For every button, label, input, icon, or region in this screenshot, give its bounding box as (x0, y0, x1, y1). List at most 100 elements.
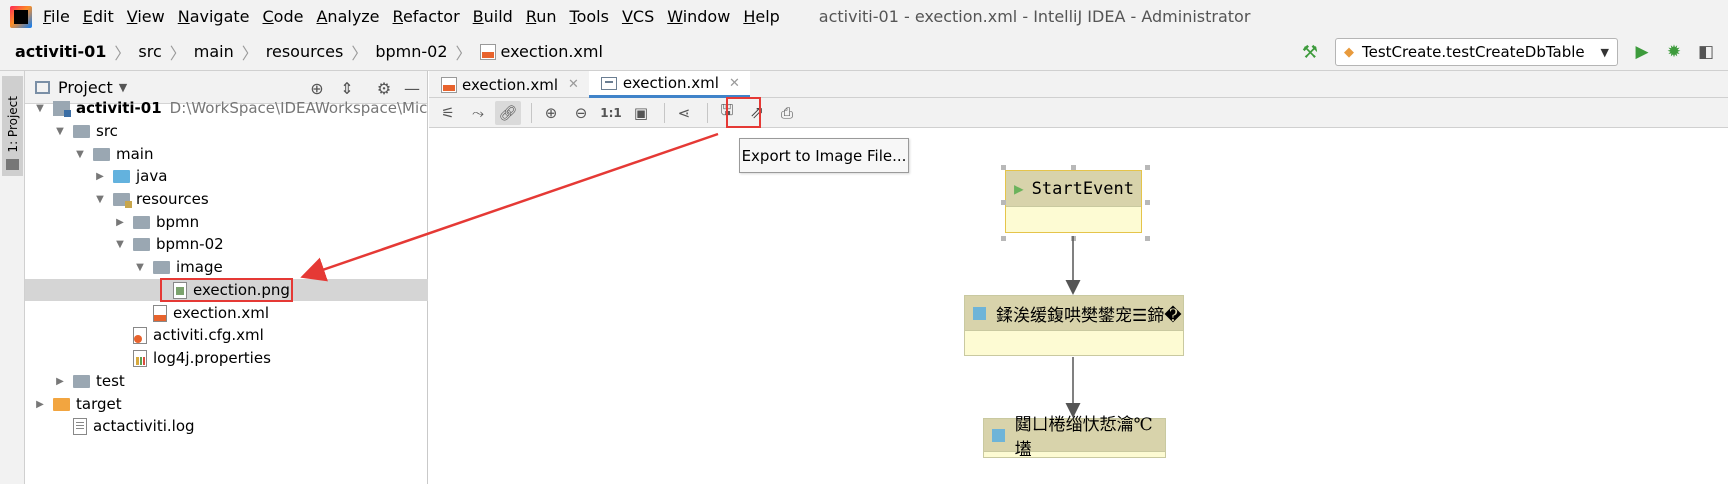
user-task-node[interactable]: 鍒涘缓鍑哄樊鐢宠☰鍗� (964, 295, 1184, 356)
tree-item-exection-xml[interactable]: exection.xml (133, 302, 269, 324)
tree-item-java[interactable]: ▶ java (93, 165, 167, 187)
menu-build[interactable]: Build (473, 7, 513, 26)
selection-handle[interactable] (1145, 165, 1150, 170)
actual-size-icon[interactable]: 1:1 (598, 101, 624, 125)
breadcrumb-item[interactable]: activiti-01 (15, 42, 106, 61)
tree-item-resources[interactable]: ▼ resources (93, 188, 209, 210)
menu-view[interactable]: View (127, 7, 165, 26)
chevron-down-icon[interactable]: ▼ (133, 262, 147, 273)
run-configuration-select[interactable]: ◆ TestCreate.testCreateDbTable ▼ (1335, 38, 1618, 66)
start-event-node[interactable]: ▶ StartEvent (1005, 170, 1142, 233)
module-icon (53, 100, 71, 117)
folder-icon (73, 124, 90, 138)
breadcrumb-item[interactable]: bpmn-02 (375, 42, 447, 61)
chevron-right-icon[interactable]: ▶ (53, 376, 67, 387)
chevron-right-icon[interactable]: ▶ (33, 399, 47, 410)
left-tool-strip: 1: Project (0, 71, 25, 484)
intellij-logo-icon (10, 5, 32, 28)
chevron-right-icon: 〉 (351, 43, 368, 63)
chevron-down-icon[interactable]: ▼ (33, 103, 47, 114)
tree-item-actactiviti-log[interactable]: actactiviti.log (53, 415, 195, 437)
breadcrumb-item[interactable]: resources (266, 42, 344, 61)
menu-help[interactable]: Help (743, 7, 779, 26)
tree-item-label: java (136, 167, 168, 185)
selection-handle[interactable] (1071, 236, 1076, 241)
selection-handle[interactable] (1145, 200, 1150, 205)
menu-window[interactable]: Window (667, 7, 730, 26)
menu-code[interactable]: Code (263, 7, 304, 26)
selection-handle[interactable] (1145, 236, 1150, 241)
tree-item-log4j-properties[interactable]: log4j.properties (113, 347, 271, 369)
menu-navigate[interactable]: Navigate (178, 7, 250, 26)
chevron-down-icon[interactable]: ▼ (53, 126, 67, 137)
tree-item-image[interactable]: ▼ image (133, 256, 223, 278)
tree-item-src[interactable]: ▼ src (53, 120, 118, 142)
folder-icon (153, 260, 170, 274)
zoom-in-icon[interactable]: ⊕ (538, 101, 564, 125)
debug-icon[interactable]: ✹ (1664, 42, 1684, 62)
tree-item-label: actactiviti.log (93, 417, 195, 435)
tree-item-main[interactable]: ▼ main (73, 143, 153, 165)
tab-exection-xml[interactable]: exection.xml ✕ (429, 71, 589, 98)
print-icon[interactable]: ⎙ (774, 101, 800, 125)
folder-icon (133, 237, 150, 251)
menu-refactor[interactable]: Refactor (393, 7, 460, 26)
task-icon (992, 428, 1005, 442)
menu-analyze[interactable]: Analyze (316, 7, 379, 26)
menu-edit[interactable]: Edit (83, 7, 114, 26)
link-icon[interactable]: 🔗︎ (495, 100, 521, 125)
tree-item-bpmn[interactable]: ▶ bpmn (113, 211, 199, 233)
user-task-header: 鍒涘缓鍑哄樊鐢宠☰鍗� (965, 296, 1183, 331)
chevron-down-icon[interactable]: ▼ (73, 149, 87, 160)
chevron-right-icon: 〉 (241, 43, 258, 63)
tree-item-test[interactable]: ▶ test (53, 370, 125, 392)
breadcrumb: activiti-01 〉 src 〉 main 〉 resources 〉 b… (0, 33, 1728, 71)
menu-run[interactable]: Run (526, 7, 557, 26)
chevron-down-icon[interactable]: ▼ (113, 239, 127, 250)
export-highlight-box (726, 97, 761, 128)
tab-label: exection.xml (622, 74, 719, 92)
selection-handle[interactable] (1001, 165, 1006, 170)
tree-item-activiti-cfg-xml[interactable]: activiti.cfg.xml (113, 324, 264, 346)
folder-icon (133, 215, 150, 229)
breadcrumb-item[interactable]: src (138, 42, 161, 61)
properties-icon[interactable]: ⚟ (435, 101, 461, 125)
selection-handle[interactable] (1071, 165, 1076, 170)
selection-handle[interactable] (1001, 200, 1006, 205)
layout-icon[interactable]: ⋖ (671, 101, 697, 125)
close-icon[interactable]: ✕ (568, 77, 579, 92)
project-tool-window-tab[interactable]: 1: Project (2, 76, 23, 176)
hammer-icon[interactable]: ⚒ (1299, 42, 1321, 63)
chevron-down-icon[interactable]: ▼ (93, 194, 107, 205)
tree-item-label: activiti.cfg.xml (153, 326, 264, 344)
edge-icon[interactable]: ⤳ (465, 101, 491, 125)
run-icon[interactable]: ▶ (1632, 42, 1652, 62)
menu-tools[interactable]: Tools (570, 7, 609, 26)
user-task-node[interactable]: 閮ㄩ棬缁忕悊瀹℃壒 (983, 415, 1166, 460)
tree-item-bpmn-02[interactable]: ▼ bpmn-02 (113, 233, 224, 255)
toolbar-divider (707, 102, 708, 123)
user-task-label: 閮ㄩ棬缁忕悊瀹℃壒 (1014, 415, 1153, 460)
chevron-right-icon[interactable]: ▶ (93, 171, 107, 182)
close-icon[interactable]: ✕ (729, 76, 740, 91)
tab-label: exection.xml (462, 75, 559, 94)
breadcrumb-item[interactable]: exection.xml (501, 42, 603, 61)
editor-tab-bar: exection.xml ✕ exection.xml ✕ (429, 71, 1728, 98)
coverage-icon[interactable]: ◧ (1696, 42, 1716, 62)
project-tab-label: 1: Project (5, 96, 20, 153)
selection-handle[interactable] (1001, 236, 1006, 241)
tree-item-activiti-01[interactable]: ▼ activiti-01 D:\WorkSpace\IDEAWorkspace\M… (33, 97, 428, 119)
tree-item-label: target (76, 395, 122, 413)
config-file-icon (133, 326, 147, 344)
tree-item-label: resources (136, 190, 209, 208)
menu-vcs[interactable]: VCS (622, 7, 654, 26)
menu-file[interactable]: File (43, 7, 70, 26)
fit-content-icon[interactable]: ▣ (628, 101, 654, 125)
breadcrumb-item[interactable]: main (194, 42, 234, 61)
tree-item-label: log4j.properties (153, 349, 271, 367)
tab-exection-xml-diagram[interactable]: exection.xml ✕ (588, 71, 750, 98)
zoom-out-icon[interactable]: ⊖ (568, 101, 594, 125)
chevron-right-icon[interactable]: ▶ (113, 217, 127, 228)
tree-item-target[interactable]: ▶ target (33, 393, 122, 415)
folder-icon (93, 147, 110, 161)
